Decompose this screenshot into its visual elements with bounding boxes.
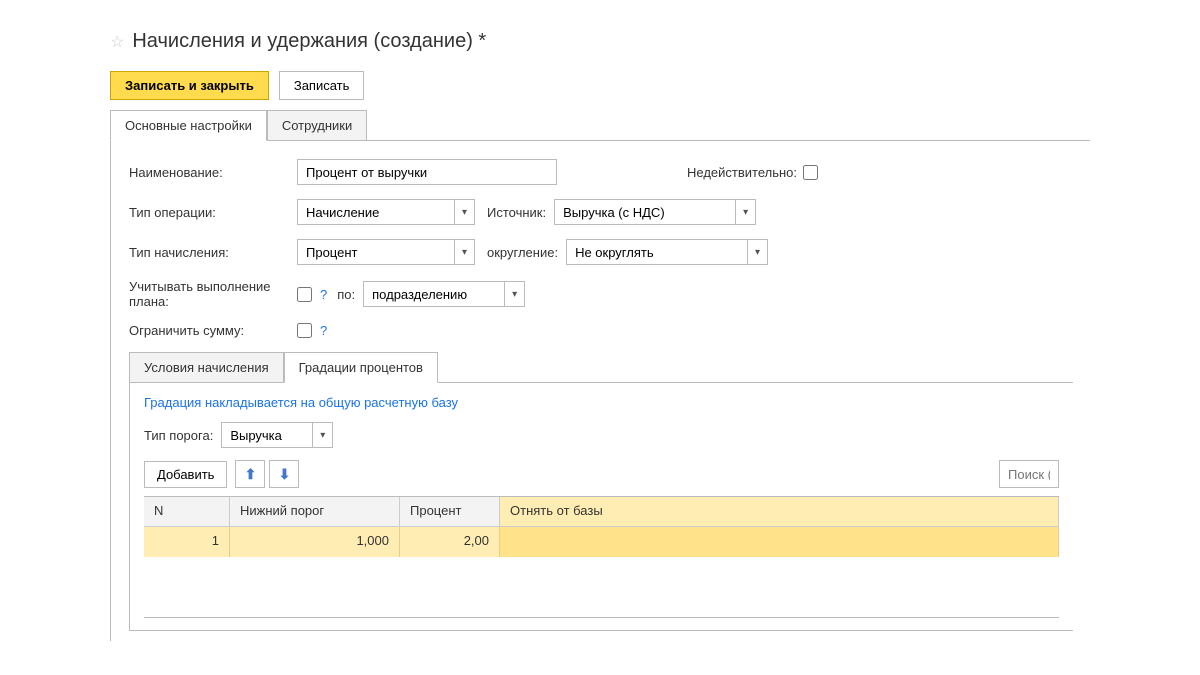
- plan-label: Учитывать выполнение плана:: [129, 279, 297, 309]
- source-label: Источник:: [487, 205, 546, 220]
- favorite-star-icon[interactable]: ☆: [110, 32, 124, 52]
- search-input[interactable]: [999, 460, 1059, 488]
- cell-subtract[interactable]: [500, 527, 1059, 557]
- threshold-type-select[interactable]: [222, 423, 312, 447]
- dropdown-icon[interactable]: ▾: [454, 200, 474, 224]
- dropdown-icon[interactable]: ▾: [735, 200, 755, 224]
- add-button[interactable]: Добавить: [144, 461, 227, 488]
- cell-threshold[interactable]: 1,000: [230, 527, 400, 557]
- grid-header-subtract: Отнять от базы: [500, 497, 1059, 526]
- grid-header-percent: Процент: [400, 497, 500, 526]
- gradation-info-link[interactable]: Градация накладывается на общую расчетну…: [144, 395, 1059, 410]
- grid-header-threshold: Нижний порог: [230, 497, 400, 526]
- dropdown-icon[interactable]: ▾: [747, 240, 767, 264]
- op-type-select[interactable]: [298, 200, 454, 224]
- page-title: Начисления и удержания (создание) *: [132, 30, 486, 53]
- move-up-button[interactable]: ⬆: [235, 460, 265, 488]
- grid-empty-area: [144, 557, 1059, 617]
- grid-header-n: N: [144, 497, 230, 526]
- gradation-grid: N Нижний порог Процент Отнять от базы 1 …: [144, 496, 1059, 618]
- invalid-checkbox[interactable]: [803, 165, 818, 180]
- rounding-select[interactable]: [567, 240, 747, 264]
- sub-tab-conditions[interactable]: Условия начисления: [129, 352, 284, 383]
- save-and-close-button[interactable]: Записать и закрыть: [110, 71, 269, 100]
- dropdown-icon[interactable]: ▾: [504, 282, 524, 306]
- source-select[interactable]: [555, 200, 735, 224]
- table-row[interactable]: 1 1,000 2,00: [144, 527, 1059, 557]
- tab-main-settings[interactable]: Основные настройки: [110, 110, 267, 141]
- dropdown-icon[interactable]: ▾: [312, 423, 332, 447]
- by-select[interactable]: [364, 282, 504, 306]
- arrow-down-icon: ⬇: [279, 466, 291, 483]
- op-type-label: Тип операции:: [129, 205, 297, 220]
- save-button[interactable]: Записать: [279, 71, 365, 100]
- dropdown-icon[interactable]: ▾: [454, 240, 474, 264]
- move-down-button[interactable]: ⬇: [269, 460, 299, 488]
- accrual-type-label: Тип начисления:: [129, 245, 297, 260]
- invalid-label: Недействительно:: [687, 165, 797, 180]
- accrual-type-select[interactable]: [298, 240, 454, 264]
- limit-label: Ограничить сумму:: [129, 323, 297, 338]
- tab-employees[interactable]: Сотрудники: [267, 110, 367, 141]
- plan-checkbox[interactable]: [297, 287, 312, 302]
- name-input[interactable]: [297, 159, 557, 185]
- help-icon[interactable]: ?: [320, 323, 327, 338]
- name-label: Наименование:: [129, 165, 297, 180]
- rounding-label: округление:: [487, 245, 558, 260]
- arrow-up-icon: ⬆: [245, 466, 257, 483]
- cell-percent[interactable]: 2,00: [400, 527, 500, 557]
- limit-checkbox[interactable]: [297, 323, 312, 338]
- threshold-type-label: Тип порога:: [144, 428, 213, 443]
- sub-tab-gradations[interactable]: Градации процентов: [284, 352, 438, 383]
- help-icon[interactable]: ?: [320, 287, 327, 302]
- cell-n[interactable]: 1: [144, 527, 230, 557]
- by-label: по:: [337, 287, 355, 302]
